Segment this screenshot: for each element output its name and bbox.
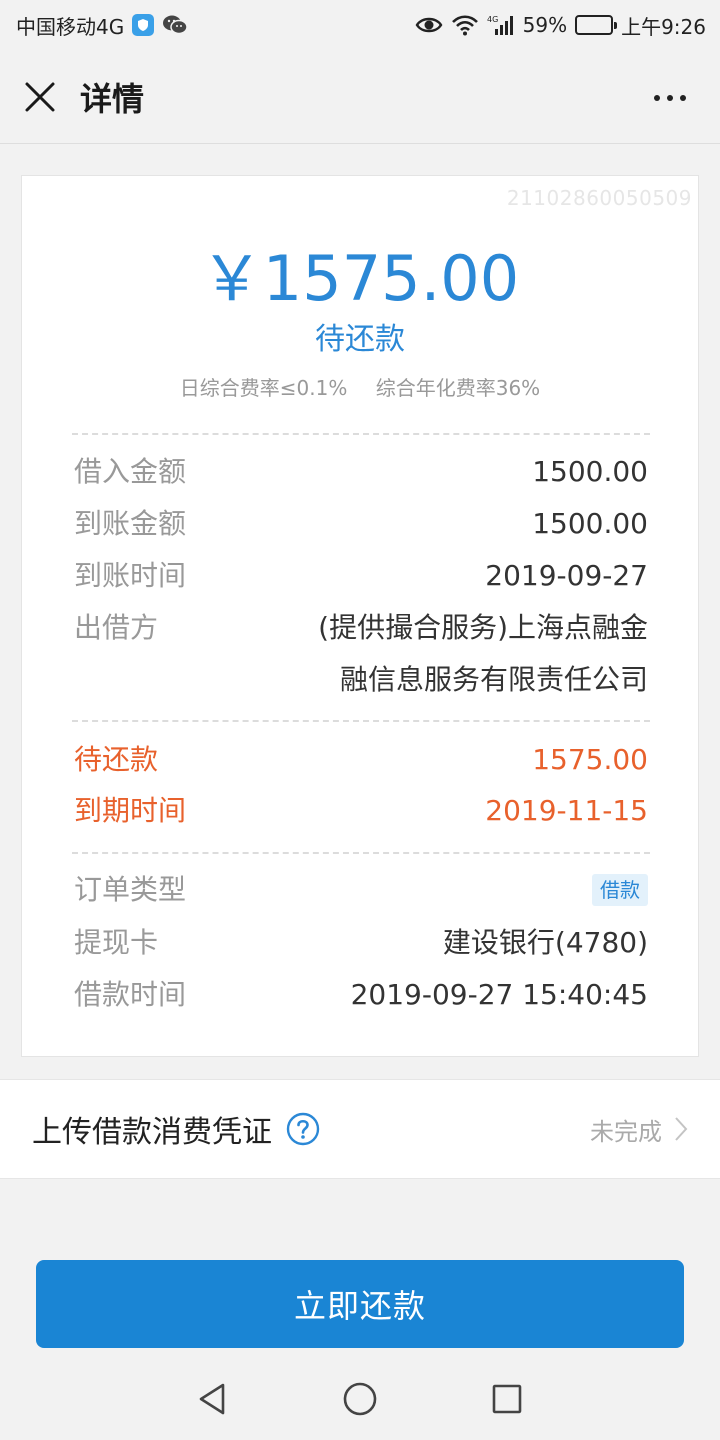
more-dot-icon	[667, 95, 673, 101]
divider	[72, 720, 650, 722]
pending-label: 待还款	[74, 743, 159, 776]
chevron-right-icon	[675, 1117, 688, 1141]
status-right: 4G 59% 上午9:26	[415, 11, 706, 40]
received-amount-row: 到账金额 1500.00	[74, 504, 648, 544]
help-icon[interactable]	[286, 1112, 320, 1146]
home-circle-icon[interactable]	[340, 1379, 380, 1419]
loan-amount-row: 借入金额 1500.00	[74, 452, 648, 492]
due-value: 2019-11-15	[485, 794, 648, 827]
loan-detail-card: 21102860050509 ￥1575.00 待还款 日综合费率≤0.1% 综…	[21, 175, 699, 1057]
close-icon	[25, 82, 55, 111]
loan-amount-value: 1500.00	[532, 455, 648, 488]
battery-icon	[575, 15, 618, 35]
wechat-icon	[163, 15, 188, 35]
rate-info: 日综合费率≤0.1% 综合年化费率36%	[22, 372, 698, 401]
annual-rate: 综合年化费率36%	[375, 376, 541, 400]
order-type-row: 订单类型 借款	[74, 870, 648, 910]
eye-icon	[415, 17, 443, 33]
repayment-status: 待还款	[315, 322, 405, 357]
lender-label: 出借方	[74, 611, 159, 644]
loan-time-row: 借款时间 2019-09-27 15:40:45	[74, 975, 648, 1015]
order-number: 21102860050509	[506, 186, 692, 210]
received-amount-value: 1500.00	[532, 507, 648, 540]
svg-text:4G: 4G	[487, 15, 498, 24]
more-dot-icon	[680, 95, 686, 101]
page-title: 详情	[80, 79, 145, 118]
due-label: 到期时间	[74, 794, 187, 827]
close-button[interactable]	[0, 50, 80, 144]
status-time: 上午9:26	[621, 14, 706, 39]
daily-rate: 日综合费率≤0.1%	[179, 376, 348, 400]
carrier-text: 中国移动4G	[16, 14, 125, 39]
withdraw-card-row: 提现卡 建设银行(4780)	[74, 923, 648, 963]
upload-voucher-label: 上传借款消费凭证	[32, 1115, 272, 1150]
upload-status: 未完成	[590, 1112, 688, 1147]
divider	[72, 852, 650, 854]
more-options-button[interactable]	[642, 78, 698, 118]
battery-percent: 59%	[522, 13, 568, 37]
divider	[72, 433, 650, 435]
pending-repayment-row: 待还款 1575.00	[74, 740, 648, 780]
due-date-row: 到期时间 2019-11-15	[74, 791, 648, 831]
status-bar: 中国移动4G 4G 59% 上午9:26	[0, 0, 720, 50]
wifi-icon	[451, 15, 478, 36]
lender-value-line1: (提供撮合服务)上海点融金	[318, 611, 648, 644]
recent-apps-square-icon[interactable]	[487, 1379, 527, 1419]
lender-row: 出借方 (提供撮合服务)上海点融金 融信息服务有限责任公司	[74, 602, 648, 706]
order-type-label: 订单类型	[74, 873, 187, 906]
order-type-tag: 借款	[592, 874, 648, 906]
withdraw-card-label: 提现卡	[74, 926, 159, 959]
lender-value-line2: 融信息服务有限责任公司	[339, 663, 648, 696]
loan-time-value: 2019-09-27 15:40:45	[350, 978, 648, 1011]
more-dot-icon	[654, 95, 660, 101]
withdraw-card-value: 建设银行(4780)	[442, 926, 648, 959]
loan-amount-label: 借入金额	[74, 455, 187, 488]
security-shield-icon	[132, 14, 155, 36]
total-amount: ￥1575.00	[200, 242, 520, 315]
nav-bar: 详情	[0, 50, 720, 144]
repay-now-button[interactable]: 立即还款	[36, 1260, 684, 1348]
pending-value: 1575.00	[532, 743, 648, 776]
upload-voucher-row[interactable]: 上传借款消费凭证 未完成	[0, 1079, 720, 1179]
lender-value: (提供撮合服务)上海点融金 融信息服务有限责任公司	[318, 602, 648, 706]
received-amount-label: 到账金额	[74, 507, 187, 540]
received-time-row: 到账时间 2019-09-27	[74, 556, 648, 596]
loan-time-label: 借款时间	[74, 978, 187, 1011]
system-navigation-bar	[0, 1358, 720, 1440]
received-time-label: 到账时间	[74, 559, 187, 592]
back-triangle-icon[interactable]	[193, 1379, 233, 1419]
signal-4g-icon: 4G	[487, 15, 513, 35]
received-time-value: 2019-09-27	[485, 559, 648, 592]
upload-status-text: 未完成	[590, 1117, 662, 1146]
status-left: 中国移动4G	[16, 11, 188, 40]
